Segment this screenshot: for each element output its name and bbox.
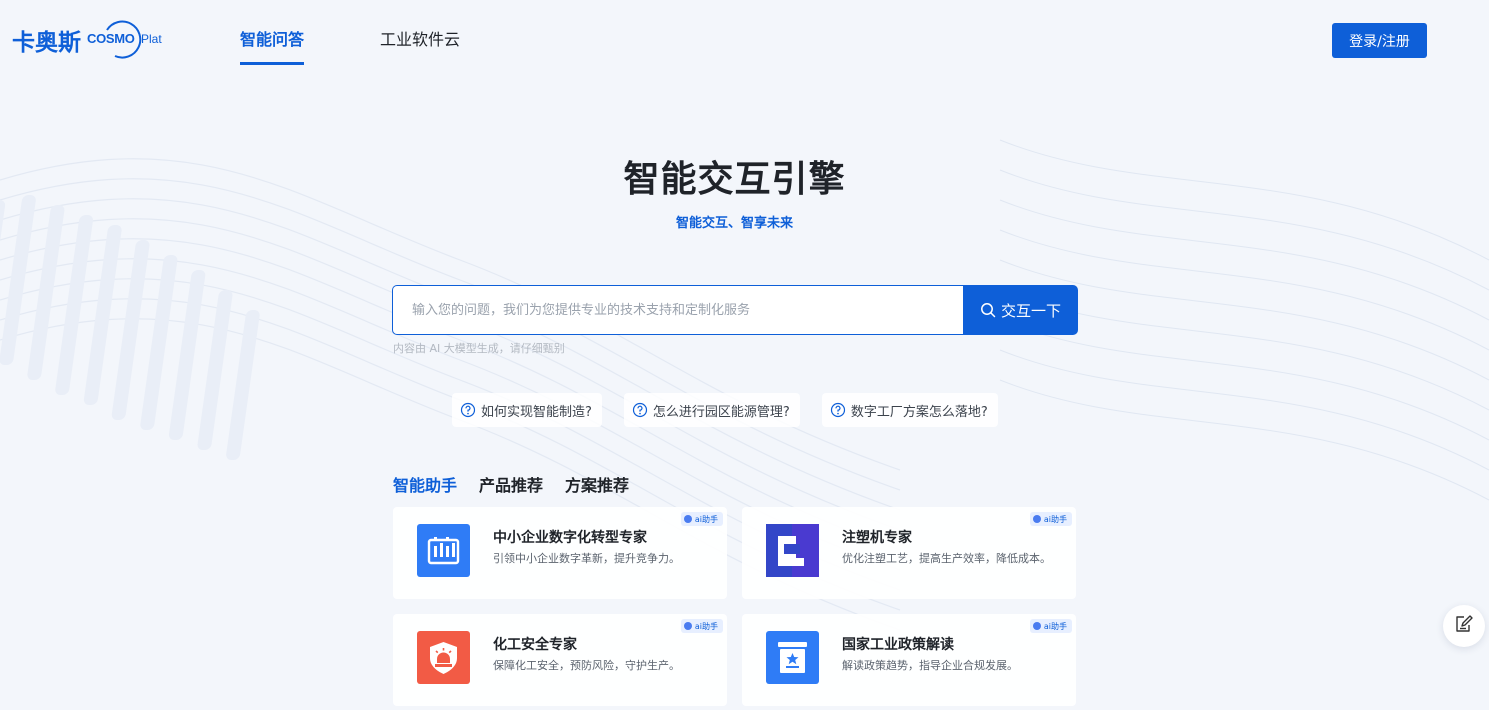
ai-assistant-badge: ai助手 [680, 619, 723, 633]
card-description: 引领中小企业数字革新，提升竞争力。 [493, 552, 680, 565]
ai-assistant-badge: ai助手 [1029, 512, 1072, 526]
search-icon [980, 302, 996, 318]
badge-label: ai助手 [1043, 514, 1067, 524]
page-subtitle: 智能交互、智享未来 [675, 216, 793, 231]
suggestion-text: 如何实现智能制造? [481, 404, 592, 420]
feedback-button[interactable] [1443, 605, 1485, 647]
brand-name-cn: 卡奥斯 [12, 30, 81, 56]
factory-chart-icon [417, 524, 470, 577]
policy-document-icon [766, 631, 819, 684]
card-description: 优化注塑工艺，提高生产效率，降低成本。 [842, 552, 1051, 565]
card-title: 注塑机专家 [842, 530, 912, 546]
suggestion-text: 怎么进行园区能源管理? [652, 404, 790, 420]
tab-solution-recommend[interactable]: 方案推荐 [565, 472, 629, 496]
card-description: 解读政策趋势，指导企业合规发展。 [842, 659, 1018, 672]
badge-label: ai助手 [694, 621, 718, 631]
edit-note-icon [1454, 614, 1474, 638]
brand-name-cosmo: COSMO [87, 31, 135, 46]
card-title: 国家工业政策解读 [842, 637, 954, 653]
ai-dot-icon [1032, 622, 1041, 630]
page-title: 智能交互引擎 [623, 159, 846, 200]
search-bar: 交互一下 [392, 285, 1078, 335]
tab-smart-assistant[interactable]: 智能助手 [393, 472, 457, 496]
suggestion-text: 数字工厂方案怎么落地? [850, 404, 988, 420]
assistant-card[interactable]: 注塑机专家 优化注塑工艺，提高生产效率，降低成本。 ai助手 [742, 507, 1076, 599]
login-register-button[interactable]: 登录/注册 [1332, 23, 1427, 58]
question-circle-icon [460, 402, 476, 418]
card-title: 中小企业数字化转型专家 [493, 530, 647, 546]
injection-machine-icon [766, 524, 819, 577]
nav-item-industrial-software-cloud[interactable]: 工业软件云 [380, 0, 460, 80]
question-circle-icon [632, 402, 648, 418]
search-input[interactable] [392, 285, 963, 335]
assistant-card[interactable]: 化工安全专家 保障化工安全，预防风险，守护生产。 ai助手 [393, 614, 727, 706]
search-submit-button[interactable]: 交互一下 [963, 285, 1078, 335]
ai-disclaimer: 内容由 AI 大模型生成，请仔细甄别 [393, 342, 565, 355]
ai-assistant-badge: ai助手 [680, 512, 723, 526]
assistant-card[interactable]: 中小企业数字化转型专家 引领中小企业数字革新，提升竞争力。 ai助手 [393, 507, 727, 599]
badge-label: ai助手 [694, 514, 718, 524]
assistant-card[interactable]: 国家工业政策解读 解读政策趋势，指导企业合规发展。 ai助手 [742, 614, 1076, 706]
ai-dot-icon [1032, 515, 1041, 523]
nav-item-smart-qa[interactable]: 智能问答 [240, 0, 305, 80]
top-header: 卡奥斯 COSMO Plat 智能问答 工业软件云 登录/注册 [0, 0, 1489, 80]
suggestion-chip[interactable]: 怎么进行园区能源管理? [623, 393, 800, 427]
background-wave-graphic [0, 139, 1489, 631]
brand-name-plat: Plat [141, 32, 162, 46]
ai-assistant-badge: ai助手 [1029, 619, 1072, 633]
card-title: 化工安全专家 [493, 637, 577, 653]
badge-label: ai助手 [1043, 621, 1067, 631]
suggested-questions: 如何实现智能制造? 怎么进行园区能源管理? 数字工厂方案怎么落地? [452, 393, 1020, 427]
search-submit-label: 交互一下 [1000, 301, 1061, 320]
card-description: 保障化工安全，预防风险，守护生产。 [493, 659, 680, 672]
question-circle-icon [830, 402, 846, 418]
safety-alarm-icon [417, 631, 470, 684]
recommendation-tabs: 智能助手 产品推荐 方案推荐 [393, 472, 651, 496]
brand-mark: COSMO Plat [87, 18, 169, 62]
ai-dot-icon [683, 515, 692, 523]
main-nav: 智能问答 工业软件云 [240, 0, 536, 80]
tab-product-recommend[interactable]: 产品推荐 [479, 472, 543, 496]
brand-logo[interactable]: 卡奥斯 COSMO Plat [12, 18, 169, 62]
ai-dot-icon [683, 622, 692, 630]
suggestion-chip[interactable]: 数字工厂方案怎么落地? [821, 393, 998, 427]
suggestion-chip[interactable]: 如何实现智能制造? [452, 393, 602, 427]
